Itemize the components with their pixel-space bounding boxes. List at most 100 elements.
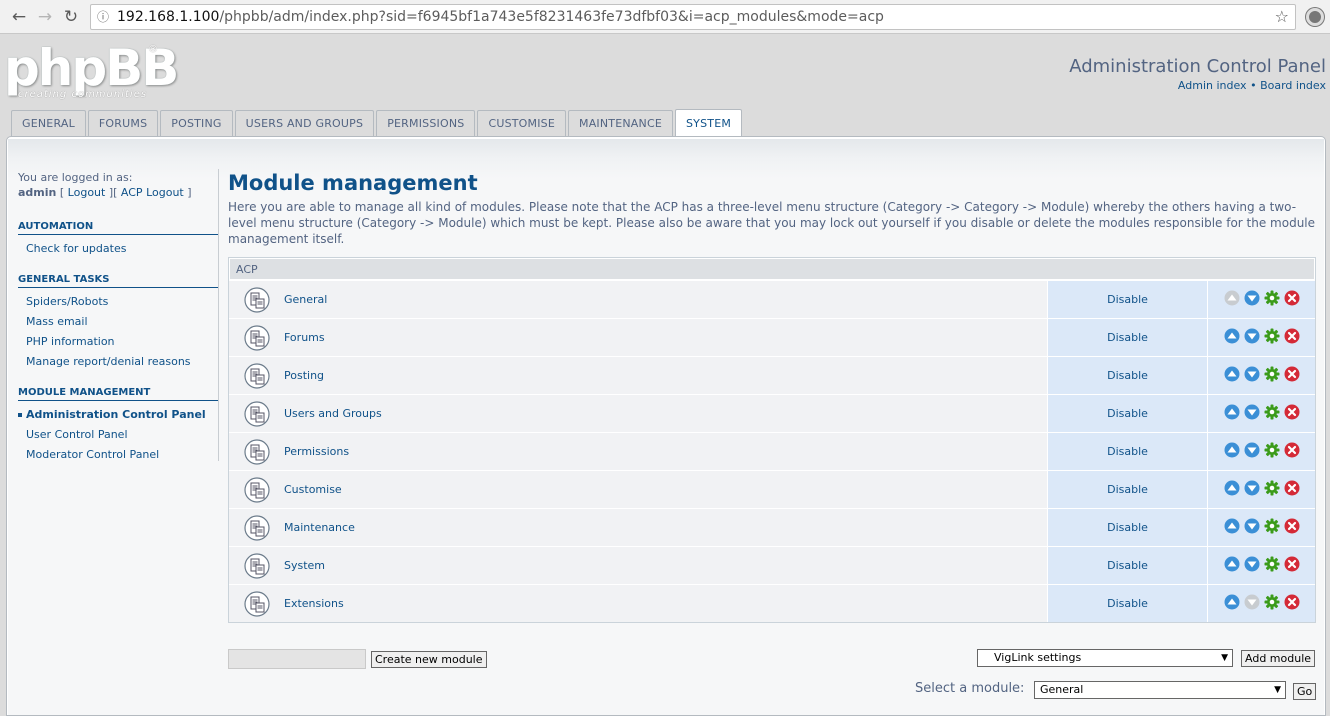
url-text[interactable]: 192.168.1.100/phpbb/adm/index.php?sid=f6… [117,9,1275,25]
intro-text: Here you are able to manage all kind of … [228,200,1316,246]
disable-module-link[interactable]: Disable [1047,585,1207,622]
move-down-icon[interactable] [1244,556,1260,575]
disable-module-link[interactable]: Disable [1047,433,1207,470]
delete-icon[interactable] [1284,556,1300,575]
module-icon [229,585,284,622]
disable-module-link[interactable]: Disable [1047,395,1207,432]
module-actions [1207,281,1315,318]
modules-table: ACP General Disable Forums Disable Posting Di… [228,257,1316,623]
delete-icon[interactable] [1284,366,1300,385]
select-module-dropdown[interactable]: General ▼ [1034,681,1286,699]
move-down-icon[interactable] [1244,480,1260,499]
delete-icon[interactable] [1284,404,1300,423]
tab-system[interactable]: SYSTEM [674,109,743,136]
module-name-link[interactable]: Forums [284,319,1047,356]
module-name-link[interactable]: Customise [284,471,1047,508]
admin-index-link[interactable]: Admin index [1178,79,1247,92]
move-up-icon[interactable] [1224,442,1240,461]
extension-icon[interactable] [1306,7,1324,26]
sidebar-item-spiders-robots[interactable]: Spiders/Robots [18,292,219,312]
delete-icon[interactable] [1284,518,1300,537]
tab-general[interactable]: GENERAL [11,110,86,136]
sidebar-item-mcp[interactable]: Moderator Control Panel [18,445,219,465]
sidebar-item-check-for-updates[interactable]: Check for updates [18,239,219,259]
move-up-icon[interactable] [1224,556,1240,575]
module-actions [1207,509,1315,546]
settings-gear-icon[interactable] [1264,404,1280,423]
sidebar-item-report-reasons[interactable]: Manage report/denial reasons [18,352,219,372]
tab-forums[interactable]: FORUMS [87,110,159,136]
move-down-icon[interactable] [1244,404,1260,423]
disable-module-link[interactable]: Disable [1047,509,1207,546]
module-name-link[interactable]: Extensions [284,585,1047,622]
login-info: admin [ Logout ][ ACP Logout ] [18,186,192,199]
move-down-icon[interactable] [1244,442,1260,461]
delete-icon[interactable] [1284,594,1300,613]
delete-icon[interactable] [1284,442,1300,461]
new-module-name-input[interactable] [228,649,366,669]
move-down-icon[interactable] [1244,366,1260,385]
star-icon[interactable]: ☆ [1275,7,1289,26]
forward-icon[interactable]: → [32,7,58,27]
move-down-icon[interactable] [1244,290,1260,309]
sidebar-item-ucp[interactable]: User Control Panel [18,425,219,445]
module-name-link[interactable]: Maintenance [284,509,1047,546]
delete-icon[interactable] [1284,328,1300,347]
settings-gear-icon[interactable] [1264,556,1280,575]
move-down-icon[interactable] [1244,328,1260,347]
move-up-icon[interactable] [1224,594,1240,613]
settings-gear-icon[interactable] [1264,442,1280,461]
board-index-link[interactable]: Board index [1260,79,1326,92]
disable-module-link[interactable]: Disable [1047,319,1207,356]
logout-link[interactable]: Logout [68,186,106,199]
delete-icon[interactable] [1284,290,1300,309]
module-name-link[interactable]: Posting [284,357,1047,394]
phpbb-logo[interactable]: phpBB ® creating communities [4,42,179,104]
settings-gear-icon[interactable] [1264,480,1280,499]
delete-icon[interactable] [1284,480,1300,499]
reload-icon[interactable]: ↻ [58,7,84,27]
create-module-button[interactable]: Create new module [371,651,487,668]
page-title: Module management [228,171,478,195]
address-bar[interactable]: ⓘ 192.168.1.100/phpbb/adm/index.php?sid=… [90,3,1296,30]
module-name-link[interactable]: Users and Groups [284,395,1047,432]
tab-maintenance[interactable]: MAINTENANCE [568,110,673,136]
go-button[interactable]: Go [1293,683,1317,700]
move-up-icon[interactable] [1224,518,1240,537]
move-up-icon[interactable] [1224,404,1240,423]
acp-logout-link[interactable]: ACP Logout [121,186,184,199]
tab-posting[interactable]: POSTING [160,110,233,136]
module-name-link[interactable]: System [284,547,1047,584]
move-up-icon[interactable] [1224,480,1240,499]
back-icon[interactable]: ← [6,7,32,27]
module-name-link[interactable]: General [284,281,1047,318]
dropdown-arrow-icon: ▼ [1221,653,1228,663]
settings-gear-icon[interactable] [1264,328,1280,347]
add-module-select[interactable]: VigLink settings ▼ [977,649,1233,667]
settings-gear-icon[interactable] [1264,366,1280,385]
settings-gear-icon[interactable] [1264,594,1280,613]
sidebar-item-acp[interactable]: Administration Control Panel [18,405,219,425]
sidebar-section-title: MODULE MANAGEMENT [18,387,219,401]
move-up-icon[interactable] [1224,366,1240,385]
module-name-link[interactable]: Permissions [284,433,1047,470]
move-down-icon[interactable] [1244,518,1260,537]
module-icon [229,319,284,356]
settings-gear-icon[interactable] [1264,290,1280,309]
disable-module-link[interactable]: Disable [1047,547,1207,584]
select-module-label: Select a module: [915,681,1025,696]
settings-gear-icon[interactable] [1264,518,1280,537]
sidebar-item-mass-email[interactable]: Mass email [18,312,219,332]
info-icon[interactable]: ⓘ [97,8,117,25]
disable-module-link[interactable]: Disable [1047,281,1207,318]
add-module-button[interactable]: Add module [1241,650,1316,667]
disable-module-link[interactable]: Disable [1047,357,1207,394]
tab-users-and-groups[interactable]: USERS AND GROUPS [234,110,375,136]
tab-permissions[interactable]: PERMISSIONS [376,110,476,136]
module-actions [1207,471,1315,508]
tab-customise[interactable]: CUSTOMISE [477,110,566,136]
disable-module-link[interactable]: Disable [1047,471,1207,508]
sidebar-item-php-information[interactable]: PHP information [18,332,219,352]
table-row: Users and Groups Disable [229,394,1315,432]
move-up-icon[interactable] [1224,328,1240,347]
